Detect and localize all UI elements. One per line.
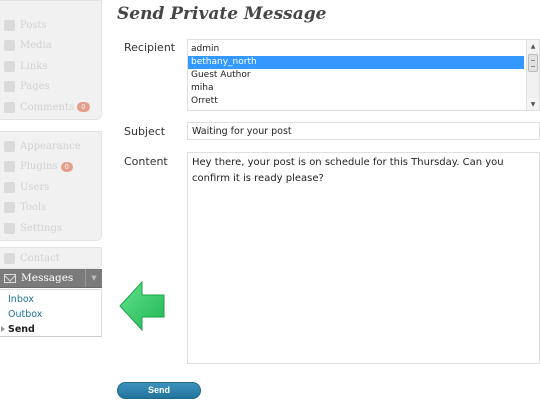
recipient-option-selected[interactable]: bethany_north	[188, 56, 524, 69]
listbox-scrollbar[interactable]: ▲ ▼	[526, 40, 539, 110]
scroll-up-icon[interactable]: ▲	[527, 40, 539, 52]
sidebar-item-label: Pages	[20, 81, 50, 93]
send-button[interactable]: Send	[117, 382, 201, 399]
submenu-item-send[interactable]: Send	[0, 322, 101, 337]
sidebar-item-label: Appearance	[20, 140, 81, 152]
subject-input[interactable]	[187, 122, 540, 140]
scrollbar-thumb[interactable]	[528, 54, 538, 72]
sidebar-item-appearance[interactable]: Appearance	[0, 136, 101, 157]
sidebar-item-settings[interactable]: Settings	[0, 218, 101, 239]
sidebar-item-messages[interactable]: Messages ▼	[0, 269, 102, 288]
chevron-down-icon[interactable]: ▼	[85, 269, 102, 287]
menu-block-admin: Appearance Plugins 0 Users Tools Settings	[0, 131, 102, 241]
menu-block-plugins: Contact	[0, 247, 102, 269]
sidebar-item-contact[interactable]: Contact	[0, 248, 101, 269]
plugins-count-badge: 0	[60, 161, 74, 172]
submenu-item-inbox[interactable]: Inbox	[0, 292, 101, 307]
sidebar-item-label: Messages	[21, 272, 74, 284]
sidebar-item-label: Media	[20, 40, 52, 52]
links-icon	[4, 60, 15, 72]
content-label: Content	[124, 155, 168, 168]
recipient-option[interactable]: Guest Author	[188, 69, 524, 82]
sidebar-item-links[interactable]: Links	[0, 56, 101, 77]
recipient-listbox[interactable]: admin bethany_north Guest Author miha Or…	[187, 39, 540, 111]
sidebar-item-label: Tools	[20, 202, 47, 214]
pages-icon	[4, 81, 15, 93]
sidebar-item-label: Posts	[20, 19, 47, 31]
sidebar-item-label: Users	[20, 181, 50, 193]
settings-icon	[4, 222, 15, 234]
scroll-down-icon[interactable]: ▼	[527, 98, 539, 110]
sidebar-item-posts[interactable]: Posts	[0, 15, 101, 36]
messages-submenu: Inbox Outbox Send	[0, 289, 102, 337]
appearance-icon	[4, 140, 15, 152]
plugins-icon	[4, 161, 15, 173]
submenu-item-outbox[interactable]: Outbox	[0, 307, 101, 322]
comments-count-badge: 0	[77, 102, 90, 113]
sidebar-item-media[interactable]: Media	[0, 36, 101, 57]
subject-label: Subject	[124, 125, 166, 138]
sidebar-item-pages[interactable]: Pages	[0, 77, 101, 98]
users-icon	[4, 181, 15, 193]
media-icon	[4, 40, 15, 52]
recipient-label: Recipient	[124, 41, 176, 54]
recipient-option[interactable]: Orrett	[188, 95, 524, 108]
admin-sidebar: Posts Media Links Pages Comments 0 Appear…	[0, 0, 102, 337]
mail-icon	[4, 273, 16, 283]
content-textarea[interactable]: Hey there, your post is on schedule for …	[187, 152, 540, 364]
sidebar-item-label: Links	[20, 60, 48, 72]
sidebar-item-label: Settings	[20, 222, 62, 234]
comments-icon	[4, 101, 15, 113]
sidebar-item-label: Comments	[20, 101, 75, 113]
sidebar-item-label: Plugins	[20, 161, 58, 173]
green-arrow-icon	[119, 280, 165, 332]
recipient-option[interactable]: admin	[188, 43, 524, 56]
sidebar-item-label: Contact	[20, 252, 60, 264]
page-title: Send Private Message	[117, 4, 327, 24]
sidebar-item-plugins[interactable]: Plugins 0	[0, 157, 101, 178]
pin-icon	[4, 19, 15, 31]
sidebar-item-users[interactable]: Users	[0, 177, 101, 198]
recipient-option[interactable]: miha	[188, 82, 524, 95]
sidebar-item-tools[interactable]: Tools	[0, 198, 101, 219]
menu-block-content: Posts Media Links Pages Comments 0	[0, 0, 102, 120]
contact-icon	[4, 252, 15, 264]
tools-icon	[4, 202, 15, 214]
sidebar-item-comments[interactable]: Comments 0	[0, 97, 101, 118]
